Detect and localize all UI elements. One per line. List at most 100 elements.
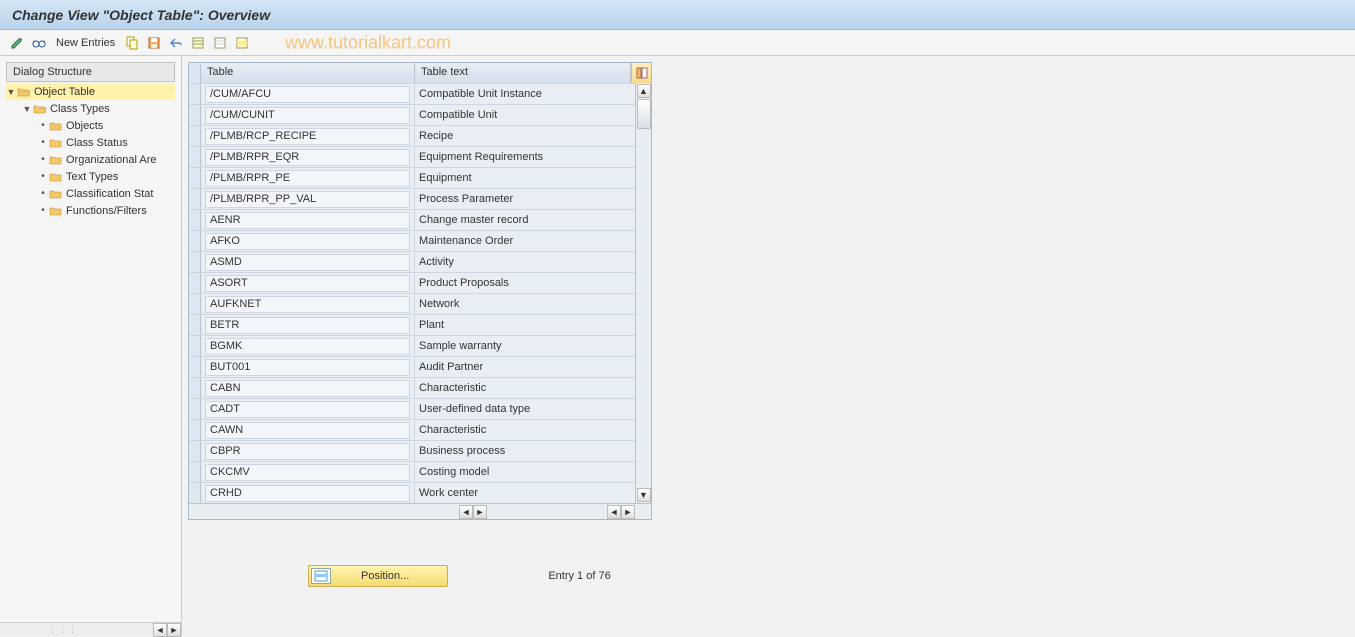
row-selector[interactable] xyxy=(189,147,201,167)
row-selector[interactable] xyxy=(189,168,201,188)
undo-icon[interactable] xyxy=(167,34,185,52)
table-row[interactable]: /PLMB/RPR_PEEquipment xyxy=(189,167,635,188)
vertical-scrollbar[interactable]: ▲ ▼ xyxy=(635,83,651,503)
row-selector[interactable] xyxy=(189,273,201,293)
table-row[interactable]: ASORTProduct Proposals xyxy=(189,272,635,293)
title-bar: Change View "Object Table": Overview xyxy=(0,0,1355,30)
row-selector[interactable] xyxy=(189,462,201,482)
row-selector[interactable] xyxy=(189,336,201,356)
cell-table[interactable]: /PLMB/RPR_PP_VAL xyxy=(201,189,415,209)
table-row[interactable]: CAWNCharacteristic xyxy=(189,419,635,440)
hscroll-right2-icon[interactable]: ► xyxy=(621,505,635,519)
table-row[interactable]: CKCMVCosting model xyxy=(189,461,635,482)
tree-bullet-icon: • xyxy=(38,205,48,216)
table-row[interactable]: CADTUser-defined data type xyxy=(189,398,635,419)
cell-text: Audit Partner xyxy=(415,357,635,377)
table-row[interactable]: CRHDWork center xyxy=(189,482,635,503)
row-selector[interactable] xyxy=(189,399,201,419)
tree-item[interactable]: •Text Types xyxy=(6,168,175,185)
hscroll-left2-icon[interactable]: ◄ xyxy=(607,505,621,519)
tree-item[interactable]: •Classification Stat xyxy=(6,185,175,202)
cell-table[interactable]: CKCMV xyxy=(201,462,415,482)
table-row[interactable]: CABNCharacteristic xyxy=(189,377,635,398)
change-icon[interactable] xyxy=(8,34,26,52)
cell-table[interactable]: ASMD xyxy=(201,252,415,272)
cell-table[interactable]: BGMK xyxy=(201,336,415,356)
cell-table[interactable]: AFKO xyxy=(201,231,415,251)
tree-item[interactable]: ▼Object Table xyxy=(6,83,175,100)
scroll-right-icon[interactable]: ► xyxy=(167,623,181,637)
table-row[interactable]: AENRChange master record xyxy=(189,209,635,230)
hscroll-left-icon[interactable]: ◄ xyxy=(459,505,473,519)
row-selector[interactable] xyxy=(189,378,201,398)
cell-table[interactable]: ASORT xyxy=(201,273,415,293)
row-selector[interactable] xyxy=(189,357,201,377)
cell-table[interactable]: CRHD xyxy=(201,483,415,503)
cell-table[interactable]: CBPR xyxy=(201,441,415,461)
cell-table[interactable]: /CUM/AFCU xyxy=(201,84,415,104)
row-selector[interactable] xyxy=(189,483,201,503)
tree-item[interactable]: •Class Status xyxy=(6,134,175,151)
table-row[interactable]: /PLMB/RPR_PP_VALProcess Parameter xyxy=(189,188,635,209)
collapse-icon[interactable]: ▼ xyxy=(22,104,32,114)
table-row[interactable]: BGMKSample warranty xyxy=(189,335,635,356)
new-entries-button[interactable]: New Entries xyxy=(52,37,119,49)
tree-item[interactable]: •Functions/Filters xyxy=(6,202,175,219)
select-all-icon[interactable] xyxy=(189,34,207,52)
select-block-icon[interactable] xyxy=(233,34,251,52)
table-row[interactable]: /CUM/AFCUCompatible Unit Instance xyxy=(189,83,635,104)
row-selector[interactable] xyxy=(189,441,201,461)
scroll-left-icon[interactable]: ◄ xyxy=(153,623,167,637)
glasses-icon[interactable] xyxy=(30,34,48,52)
scroll-thumb[interactable] xyxy=(637,99,651,129)
row-selector[interactable] xyxy=(189,189,201,209)
cell-table[interactable]: BETR xyxy=(201,315,415,335)
cell-table[interactable]: /PLMB/RPR_EQR xyxy=(201,147,415,167)
row-selector[interactable] xyxy=(189,84,201,104)
tree-item[interactable]: ▼Class Types xyxy=(6,100,175,117)
copy-icon[interactable] xyxy=(123,34,141,52)
row-selector[interactable] xyxy=(189,315,201,335)
row-selector[interactable] xyxy=(189,420,201,440)
row-selector[interactable] xyxy=(189,210,201,230)
horizontal-scrollbar[interactable]: ◄ ► ◄ ► xyxy=(189,503,651,519)
row-selector[interactable] xyxy=(189,105,201,125)
collapse-icon[interactable]: ▼ xyxy=(6,87,16,97)
row-selector[interactable] xyxy=(189,252,201,272)
row-selector[interactable] xyxy=(189,294,201,314)
save-icon[interactable] xyxy=(145,34,163,52)
row-selector[interactable] xyxy=(189,231,201,251)
position-button[interactable]: Position... xyxy=(308,565,448,587)
cell-table[interactable]: CABN xyxy=(201,378,415,398)
cell-table[interactable]: AUFKNET xyxy=(201,294,415,314)
tree-item[interactable]: •Organizational Are xyxy=(6,151,175,168)
cell-table[interactable]: AENR xyxy=(201,210,415,230)
row-selector[interactable] xyxy=(189,126,201,146)
table-row[interactable]: CBPRBusiness process xyxy=(189,440,635,461)
table-row[interactable]: /PLMB/RPR_EQREquipment Requirements xyxy=(189,146,635,167)
scroll-track[interactable] xyxy=(637,99,651,487)
table-row[interactable]: ASMDActivity xyxy=(189,251,635,272)
table-row[interactable]: AUFKNETNetwork xyxy=(189,293,635,314)
hscroll-right-icon[interactable]: ► xyxy=(473,505,487,519)
table-row[interactable]: BETRPlant xyxy=(189,314,635,335)
deselect-all-icon[interactable] xyxy=(211,34,229,52)
table-row[interactable]: /PLMB/RCP_RECIPERecipe xyxy=(189,125,635,146)
cell-table[interactable]: /PLMB/RCP_RECIPE xyxy=(201,126,415,146)
column-header-table[interactable]: Table xyxy=(201,63,415,83)
select-all-column[interactable] xyxy=(189,63,201,83)
cell-table[interactable]: BUT001 xyxy=(201,357,415,377)
table-row[interactable]: AFKOMaintenance Order xyxy=(189,230,635,251)
cell-table[interactable]: CAWN xyxy=(201,420,415,440)
column-header-text[interactable]: Table text xyxy=(415,63,631,83)
scroll-down-icon[interactable]: ▼ xyxy=(637,488,651,502)
cell-table[interactable]: /PLMB/RPR_PE xyxy=(201,168,415,188)
resize-grip-icon[interactable]: ⋮⋮⋮ xyxy=(48,624,78,635)
table-row[interactable]: BUT001Audit Partner xyxy=(189,356,635,377)
configure-columns-icon[interactable] xyxy=(631,63,651,83)
table-row[interactable]: /CUM/CUNITCompatible Unit xyxy=(189,104,635,125)
cell-table[interactable]: /CUM/CUNIT xyxy=(201,105,415,125)
tree-item[interactable]: •Objects xyxy=(6,117,175,134)
cell-table[interactable]: CADT xyxy=(201,399,415,419)
scroll-up-icon[interactable]: ▲ xyxy=(637,84,651,98)
